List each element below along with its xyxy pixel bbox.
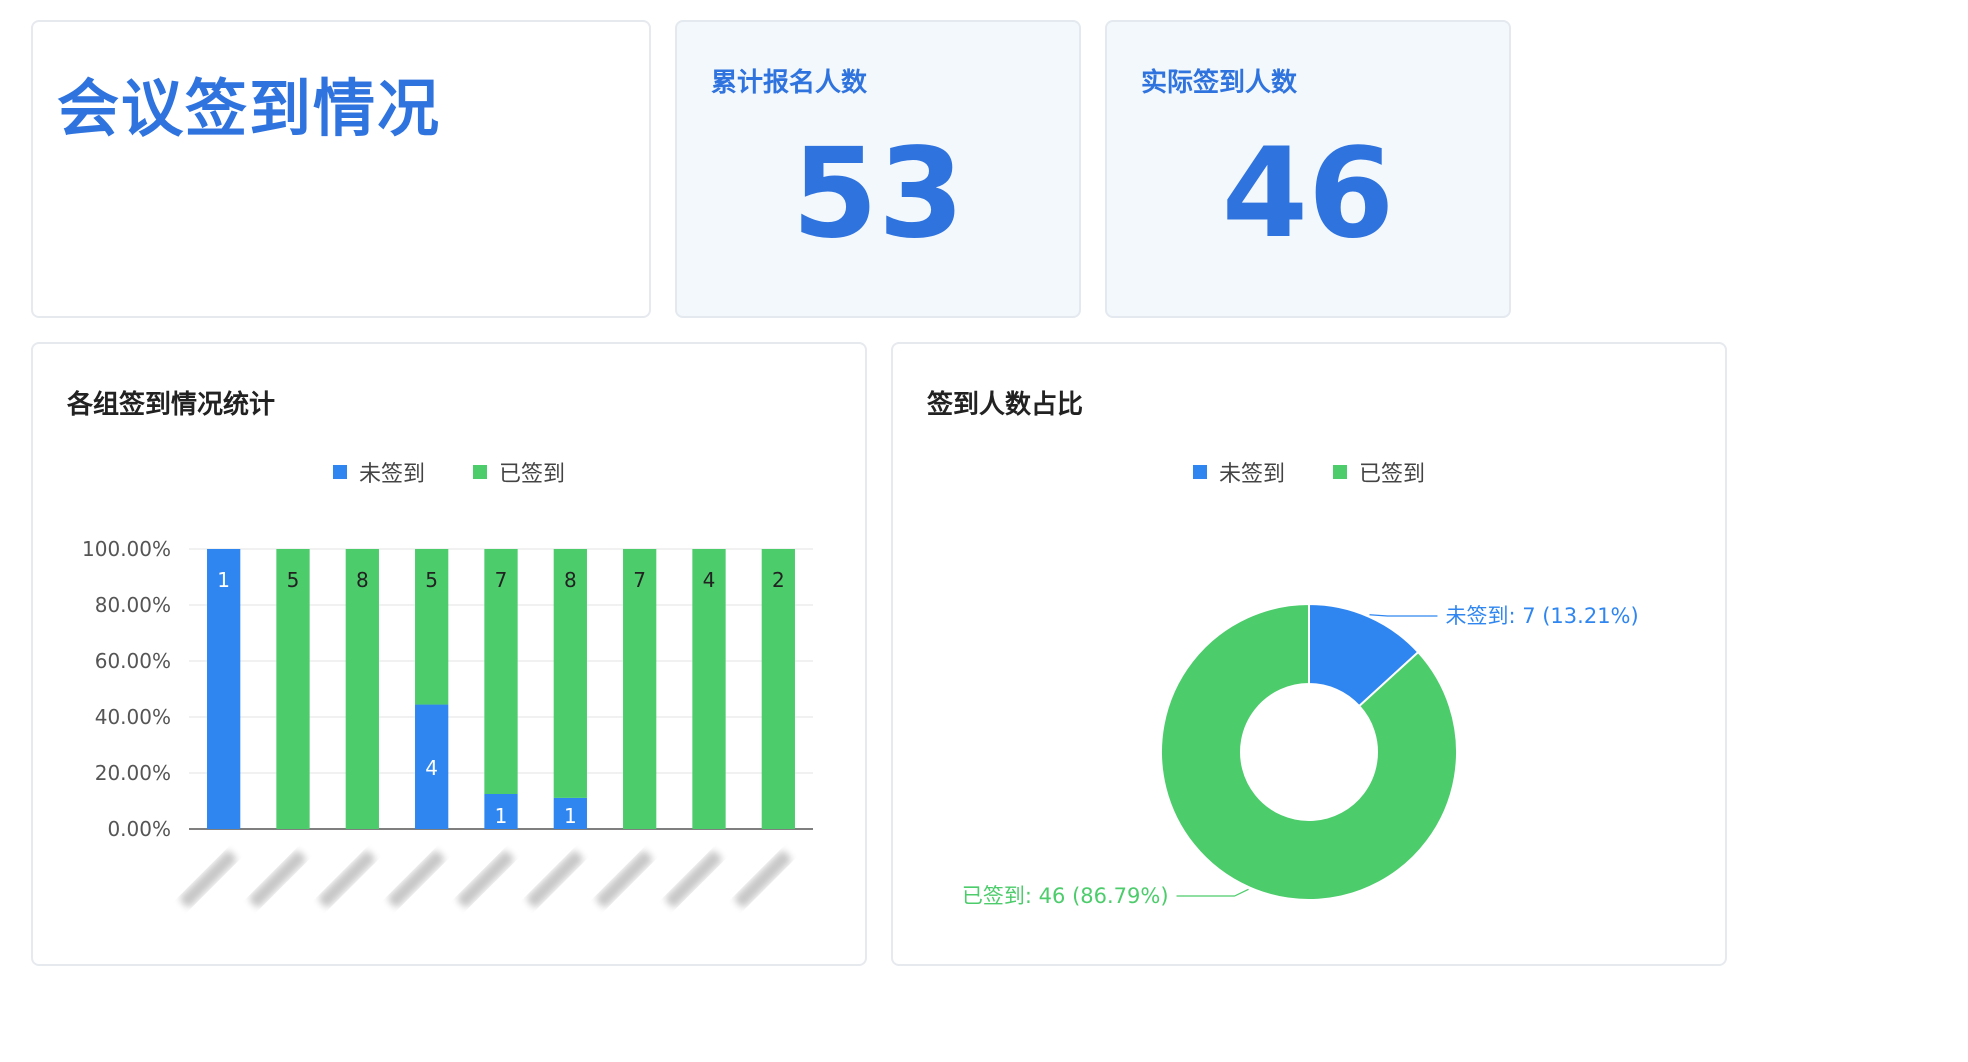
checked-in-count-card: 实际签到人数 46 bbox=[1105, 20, 1511, 318]
bar-label-signed: 8 bbox=[564, 568, 577, 592]
x-tick-label-blurred-mark bbox=[388, 851, 445, 908]
pie-label-line-signed bbox=[1176, 888, 1249, 897]
x-tick-label-blurred bbox=[734, 851, 791, 908]
bar-label-signed: 5 bbox=[425, 568, 438, 592]
bar-label-signed: 2 bbox=[772, 568, 785, 592]
x-tick-label-blurred bbox=[665, 851, 722, 908]
x-tick-label-blurred-mark bbox=[180, 851, 237, 908]
bar-label-signed: 5 bbox=[287, 568, 300, 592]
x-tick-label-blurred bbox=[526, 851, 583, 908]
x-tick-label-blurred bbox=[596, 851, 653, 908]
x-tick-label-blurred bbox=[388, 851, 445, 908]
registered-count-card: 累计报名人数 53 bbox=[675, 20, 1081, 318]
bar-label-signed: 8 bbox=[356, 568, 369, 592]
title-card: 会议签到情况 bbox=[31, 20, 651, 318]
bar-label-signed: 7 bbox=[495, 568, 508, 592]
bar-label-unsigned: 1 bbox=[564, 804, 577, 828]
bar-label-unsigned: 4 bbox=[425, 756, 438, 780]
pie-label-signed: 已签到: 46 (86.79%) bbox=[962, 884, 1169, 908]
y-tick-label: 60.00% bbox=[95, 649, 171, 673]
x-tick-label-blurred-mark bbox=[665, 851, 722, 908]
pie-chart-plot: 未签到: 7 (13.21%) 已签到: 46 (86.79%) bbox=[962, 602, 1639, 908]
y-tick-label: 40.00% bbox=[95, 705, 171, 729]
bar-label-signed: 4 bbox=[703, 568, 716, 592]
pie-label-line-unsigned bbox=[1369, 614, 1438, 617]
bar-label-signed: 7 bbox=[633, 568, 646, 592]
checked-in-count-value: 46 bbox=[1221, 122, 1395, 266]
y-tick-label: 0.00% bbox=[107, 817, 171, 841]
registered-count-label: 累计报名人数 bbox=[711, 68, 868, 98]
y-tick-label: 80.00% bbox=[95, 593, 171, 617]
x-tick-label-blurred bbox=[318, 851, 375, 908]
bar-label-unsigned: 1 bbox=[217, 568, 230, 592]
x-tick-label-blurred bbox=[180, 851, 237, 908]
group-checkin-chart-card: 各组签到情况统计 未签到 已签到 0.00% 20.00% 40.00% 60.00%… bbox=[31, 342, 867, 966]
pie-label-unsigned: 未签到: 7 (13.21%) bbox=[1445, 604, 1638, 628]
checked-in-count-label: 实际签到人数 bbox=[1141, 68, 1298, 98]
page-title: 会议签到情况 bbox=[57, 72, 442, 145]
y-tick-label: 20.00% bbox=[95, 761, 171, 785]
x-tick-label-blurred-mark bbox=[526, 851, 583, 908]
x-tick-label-blurred bbox=[457, 851, 514, 908]
registered-count-value: 53 bbox=[791, 122, 965, 266]
x-tick-label-blurred bbox=[249, 851, 306, 908]
x-tick-label-blurred-mark bbox=[318, 851, 375, 908]
checkin-ratio-chart-card: 签到人数占比 未签到 已签到 未签到: 7 (13.21%) 已签到: 46 (8… bbox=[891, 342, 1727, 966]
y-tick-label: 100.00% bbox=[82, 537, 171, 561]
bar-label-unsigned: 1 bbox=[495, 804, 508, 828]
x-tick-label-blurred-mark bbox=[596, 851, 653, 908]
bar-chart-plot: 0.00% 20.00% 40.00% 60.00% 80.00% 100.00% 1 5 8 4… bbox=[82, 537, 813, 908]
x-tick-label-blurred-mark bbox=[249, 851, 306, 908]
x-tick-label-blurred-mark bbox=[457, 851, 514, 908]
x-tick-label-blurred-mark bbox=[734, 851, 791, 908]
